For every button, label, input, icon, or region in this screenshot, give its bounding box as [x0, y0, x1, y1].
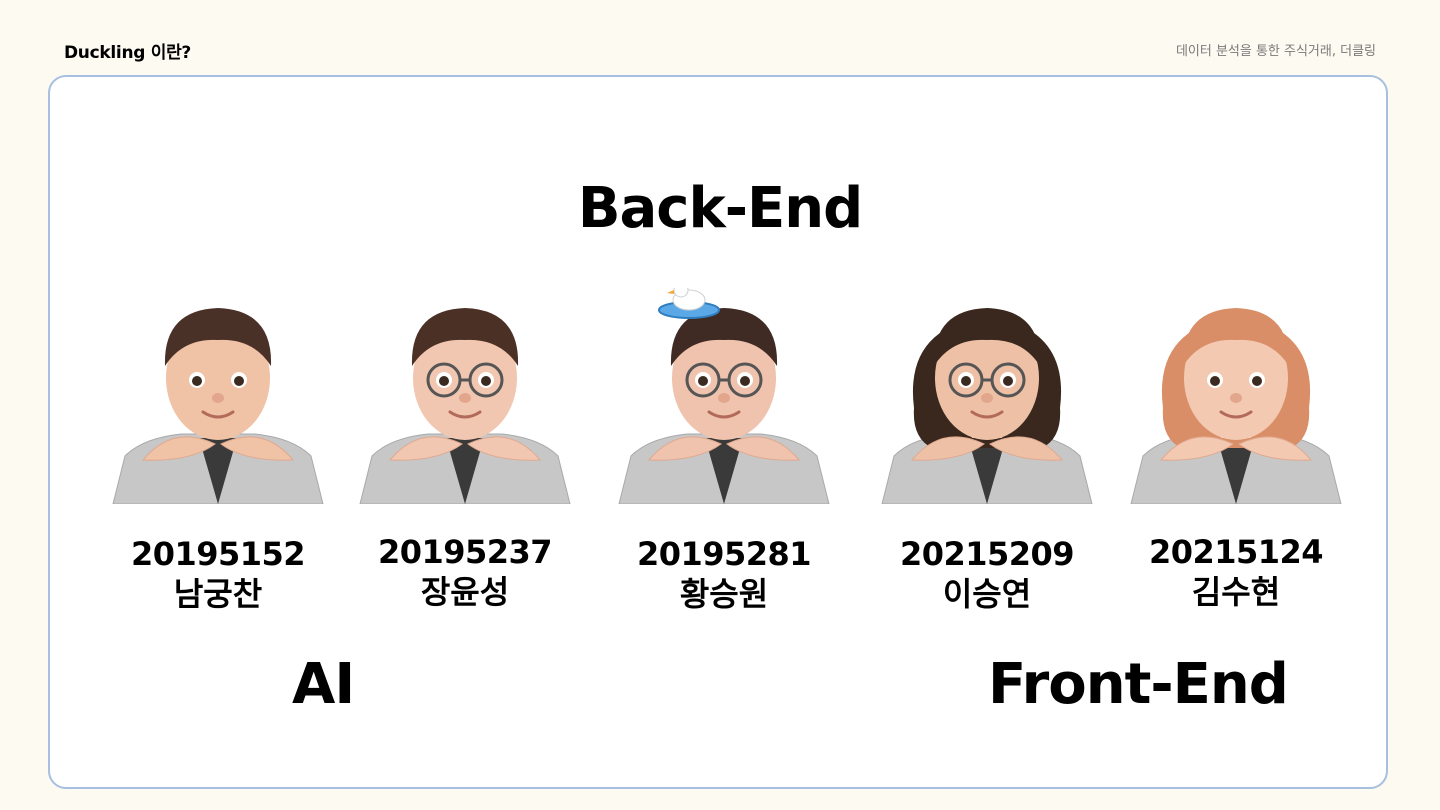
- member-student-id: 20195237: [377, 533, 553, 571]
- avatar-icon: [618, 288, 830, 504]
- section-label-backend: Back-End: [577, 176, 863, 241]
- pupil-shape: [439, 376, 449, 386]
- member-student-id: 20195281: [636, 535, 812, 573]
- member-name: 장윤성: [420, 573, 510, 611]
- pupil-shape: [234, 376, 244, 386]
- member-name: 김수현: [1191, 573, 1281, 611]
- member-name: 황승원: [679, 575, 769, 613]
- pupil-shape: [740, 376, 750, 386]
- nose-shape: [718, 393, 730, 403]
- section-label-ai: AI: [292, 652, 355, 717]
- team-member: 20195152 남궁찬: [98, 288, 338, 614]
- page-subtitle: 데이터 분석을 통한 주식거래, 더클링: [1175, 44, 1376, 59]
- pupil-shape: [698, 376, 708, 386]
- avatar-icon: [881, 308, 1093, 504]
- nose-shape: [1230, 393, 1242, 403]
- member-student-id: 20215209: [899, 535, 1075, 573]
- member-student-id: 20215124: [1148, 533, 1324, 571]
- pupil-shape: [1210, 376, 1220, 386]
- pupil-shape: [1252, 376, 1262, 386]
- page-title: Duckling 이란?: [64, 43, 191, 63]
- member-name: 남궁찬: [173, 575, 263, 613]
- pupil-shape: [961, 376, 971, 386]
- nose-shape: [212, 393, 224, 403]
- nose-shape: [981, 393, 993, 403]
- team-member: 20215124 김수현: [1116, 288, 1356, 612]
- avatar-icon: [1130, 308, 1342, 504]
- duck-head-shape: [673, 288, 689, 298]
- duck-beak-shape: [667, 290, 674, 294]
- team-member: 20215209 이승연: [867, 288, 1107, 614]
- team-member: 20195281 황승원: [604, 288, 844, 614]
- member-name: 이승연: [942, 575, 1032, 613]
- avatar-icon: [359, 308, 571, 504]
- team-member: 20195237 장윤성: [345, 288, 585, 612]
- nose-shape: [459, 393, 471, 403]
- pupil-shape: [481, 376, 491, 386]
- section-label-frontend: Front-End: [988, 652, 1289, 717]
- pupil-shape: [1003, 376, 1013, 386]
- avatar-icon: [112, 308, 324, 504]
- pupil-shape: [192, 376, 202, 386]
- member-student-id: 20195152: [130, 535, 306, 573]
